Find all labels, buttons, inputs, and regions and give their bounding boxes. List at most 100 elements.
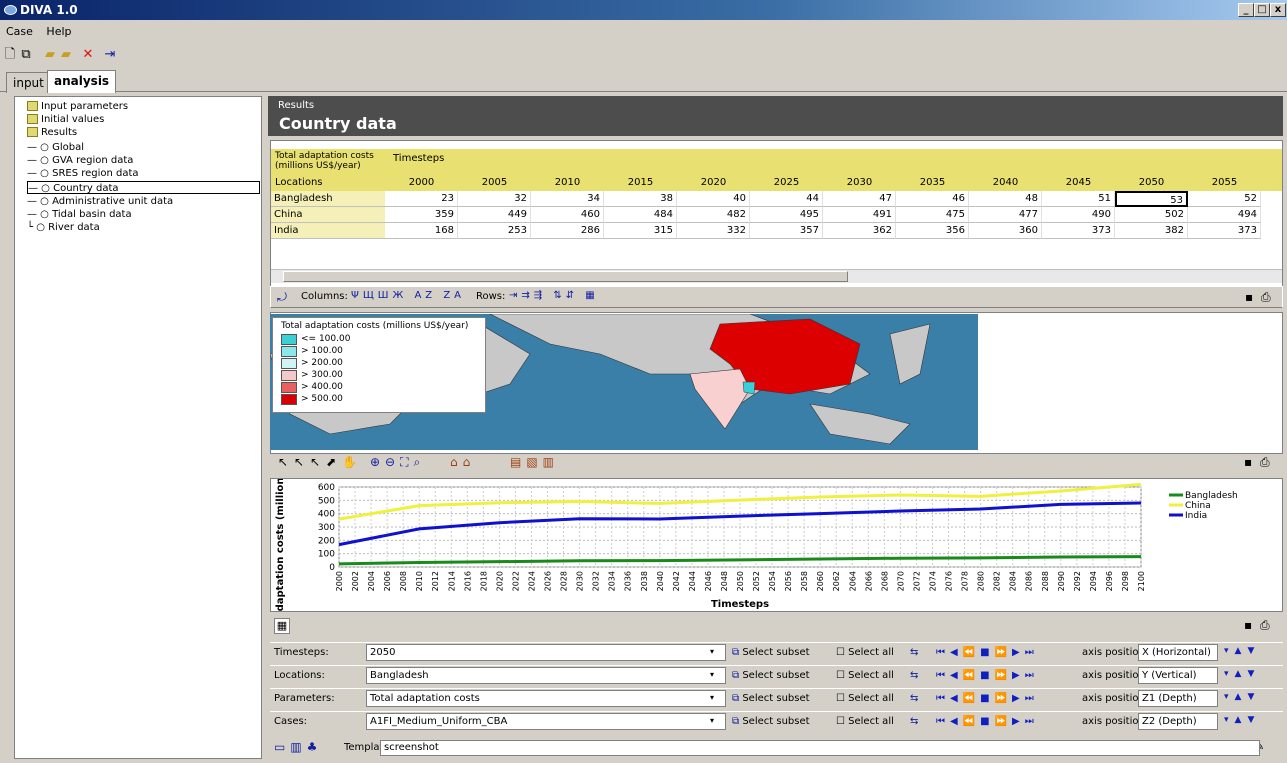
exit-icon[interactable]: ⇥ (102, 47, 118, 63)
grid-cell[interactable]: 362 (823, 223, 896, 239)
map-select-icons[interactable]: ⌂⌂ (450, 455, 475, 469)
pivot-icon[interactable]: ⇆ (910, 645, 918, 661)
dimension-value-select[interactable]: Bangladesh (366, 667, 726, 684)
grid-cell[interactable]: 357 (750, 223, 823, 239)
chart-type-icon[interactable]: ▦ (274, 618, 290, 634)
grid-cell[interactable]: 477 (969, 207, 1042, 223)
grid-cell[interactable]: 449 (458, 207, 531, 223)
grid-row-label[interactable]: China (271, 207, 385, 223)
grid-column-header[interactable]: 2030 (823, 176, 896, 190)
dimension-value-select[interactable]: Total adaptation costs (366, 690, 726, 707)
grid-cell[interactable]: 44 (750, 191, 823, 207)
print-icon[interactable]: ⎙ (1261, 290, 1271, 305)
grid-column-header[interactable]: 2020 (677, 176, 750, 190)
map-save-icon[interactable]: ▪ (1244, 455, 1252, 469)
grid-cell[interactable]: 382 (1115, 223, 1188, 239)
grid-cell[interactable]: 490 (1042, 207, 1115, 223)
tree-item-administrative-unit-data[interactable]: — ○ Administrative unit data (27, 195, 173, 208)
map-print-icon[interactable]: ⎙ (1260, 455, 1270, 470)
chart-save-icon[interactable]: ▪ (1244, 618, 1252, 632)
grid-cell[interactable]: 494 (1188, 207, 1261, 223)
map-legend-icons[interactable]: ▤▧▥ (510, 455, 559, 469)
grid-column-header[interactable]: 2040 (969, 176, 1042, 190)
tree-item-global[interactable]: — ○ Global (27, 141, 84, 154)
dimension-value-select[interactable]: A1FI_Medium_Uniform_CBA (366, 713, 726, 730)
grid-cell[interactable]: 23 (385, 191, 458, 207)
select-all-button[interactable]: ☐ Select all (836, 691, 894, 707)
grid-cell[interactable]: 482 (677, 207, 750, 223)
tree-item-sres-region-data[interactable]: — ○ SRES region data (27, 167, 139, 180)
axis-position-select[interactable]: X (Horizontal) (1138, 644, 1218, 661)
grid-cell[interactable]: 360 (969, 223, 1042, 239)
tree-item-tidal-basin-data[interactable]: — ○ Tidal basin data (27, 208, 132, 221)
grid-column-header[interactable]: 2005 (458, 176, 531, 190)
grid-cell[interactable]: 46 (896, 191, 969, 207)
axis-position-select[interactable]: Y (Vertical) (1138, 667, 1218, 684)
grid-cell[interactable]: 332 (677, 223, 750, 239)
template-input[interactable]: screenshot (380, 740, 1260, 756)
grid-cell[interactable]: 32 (458, 191, 531, 207)
delete-icon[interactable]: ✕ (80, 47, 96, 63)
grid-cell[interactable]: 168 (385, 223, 458, 239)
tree-item-river-data[interactable]: └ ○ River data (27, 221, 100, 234)
minimize-button[interactable]: _ (1238, 3, 1254, 17)
navigation-buttons[interactable]: ⏮◀⏪■⏩▶⏭ (936, 668, 1039, 684)
select-all-button[interactable]: ☐ Select all (836, 714, 894, 730)
grid-cell[interactable]: 47 (823, 191, 896, 207)
axis-move-arrows[interactable]: ▾▲▼ (1224, 669, 1260, 679)
grid-cell[interactable]: 475 (896, 207, 969, 223)
grid-cell[interactable]: 53 (1115, 191, 1188, 207)
copy-icon[interactable]: ⧉ (18, 47, 34, 63)
grid-cell[interactable]: 495 (750, 207, 823, 223)
grid-cell[interactable]: 38 (604, 191, 677, 207)
grid-column-header[interactable]: 2055 (1188, 176, 1261, 190)
pivot-icon[interactable]: ⇆ (910, 668, 918, 684)
grid-cell[interactable]: 48 (969, 191, 1042, 207)
tab-input[interactable]: input (6, 72, 51, 93)
grid-column-header[interactable]: 2000 (385, 176, 458, 190)
select-subset-button[interactable]: ⧉ Select subset (732, 668, 810, 684)
grid-cell[interactable]: 356 (896, 223, 969, 239)
chevron-down-icon[interactable]: ▾ (710, 647, 714, 656)
tree-item-input-parameters[interactable]: Input parameters (27, 100, 128, 113)
select-all-button[interactable]: ☐ Select all (836, 668, 894, 684)
grid-cell[interactable]: 315 (604, 223, 677, 239)
grid-column-header[interactable]: 2035 (896, 176, 969, 190)
select-subset-button[interactable]: ⧉ Select subset (732, 714, 810, 730)
axis-position-select[interactable]: Z2 (Depth) (1138, 713, 1218, 730)
grid-column-header[interactable]: 2025 (750, 176, 823, 190)
grid-cell[interactable]: 359 (385, 207, 458, 223)
navigation-buttons[interactable]: ⏮◀⏪■⏩▶⏭ (936, 691, 1039, 707)
rotate-icon[interactable]: ⤾ (277, 290, 287, 305)
grid-column-header[interactable]: 2015 (604, 176, 677, 190)
map-pointer-icons[interactable]: ↖↖↖⬈✋ (278, 455, 363, 469)
select-subset-button[interactable]: ⧉ Select subset (732, 645, 810, 661)
tree-item-gva-region-data[interactable]: — ○ GVA region data (27, 154, 133, 167)
grid-column-header[interactable]: 2010 (531, 176, 604, 190)
view-mode-icons[interactable]: ▭▥♣ (274, 740, 322, 754)
map-zoom-icons[interactable]: ⊕⊖⛶⌕ (370, 455, 425, 470)
menu-help[interactable]: Help (46, 25, 71, 38)
save-icon[interactable]: ▪ (1245, 290, 1253, 304)
pivot-icon[interactable]: ⇆ (910, 714, 918, 730)
menu-case[interactable]: Case (6, 25, 33, 38)
grid-cell[interactable]: 460 (531, 207, 604, 223)
chevron-down-icon[interactable]: ▾ (710, 716, 714, 725)
grid-cell[interactable]: 373 (1188, 223, 1261, 239)
chart-print-icon[interactable]: ⎙ (1260, 618, 1270, 633)
axis-move-arrows[interactable]: ▾▲▼ (1224, 646, 1260, 656)
grid-cell[interactable]: 253 (458, 223, 531, 239)
chevron-down-icon[interactable]: ▾ (710, 670, 714, 679)
grid-column-header[interactable]: 2050 (1115, 176, 1188, 190)
grid-cell[interactable]: 484 (604, 207, 677, 223)
axis-position-select[interactable]: Z1 (Depth) (1138, 690, 1218, 707)
grid-cell[interactable]: 373 (1042, 223, 1115, 239)
chevron-down-icon[interactable]: ▾ (710, 693, 714, 702)
select-all-button[interactable]: ☐ Select all (836, 645, 894, 661)
grid-cell[interactable]: 502 (1115, 207, 1188, 223)
grid-cell[interactable]: 34 (531, 191, 604, 207)
grid-column-header[interactable]: 2045 (1042, 176, 1115, 190)
maximize-button[interactable]: □ (1254, 3, 1270, 17)
tab-analysis[interactable]: analysis (47, 70, 117, 93)
axis-move-arrows[interactable]: ▾▲▼ (1224, 692, 1260, 702)
